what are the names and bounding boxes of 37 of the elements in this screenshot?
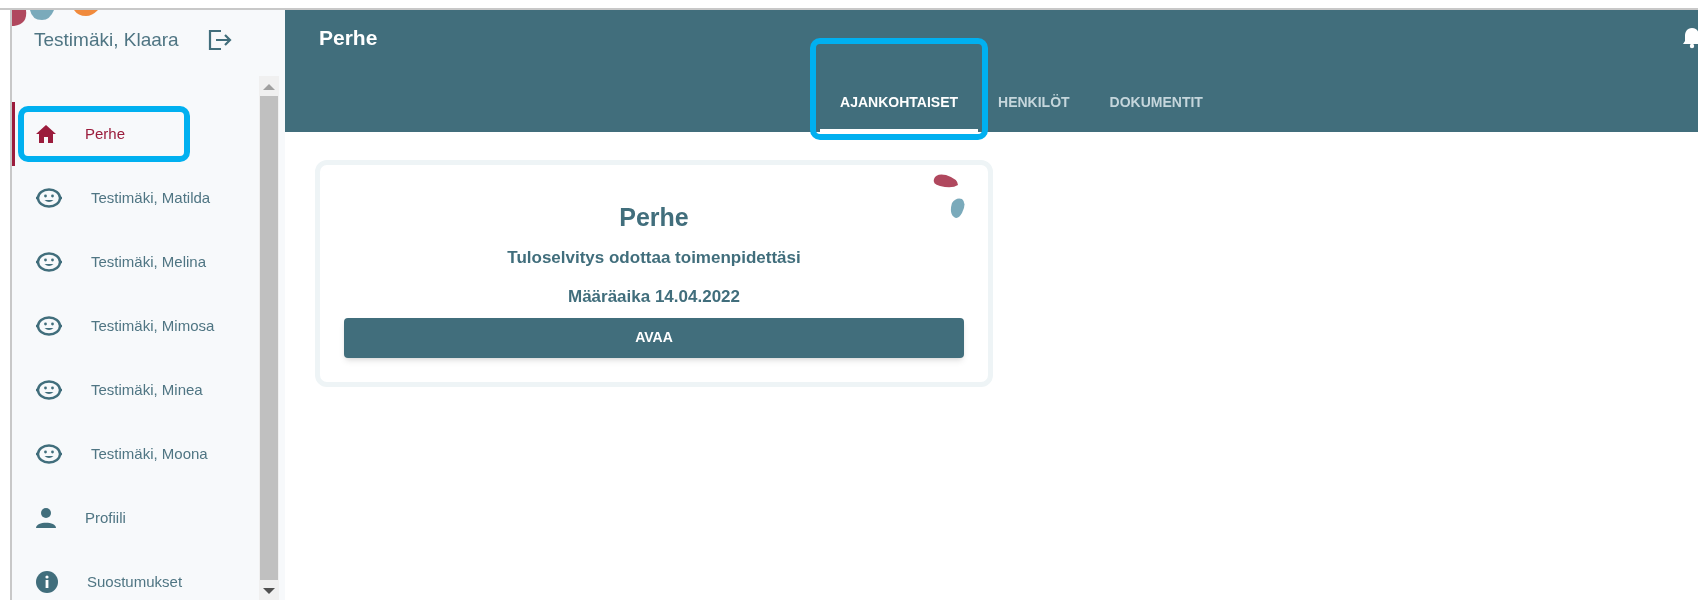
scroll-down-icon[interactable] [263, 588, 275, 594]
deadline-text: Määräaika 14.04.2022 [567, 286, 740, 308]
scrollbar[interactable] [259, 76, 279, 600]
baby-face-icon [35, 315, 63, 337]
nav-label: Profiili [85, 507, 126, 528]
tab[interactable]: HENKILÖT [978, 76, 1090, 132]
nav-item[interactable]: Suostumukset [12, 550, 259, 600]
logout-icon[interactable] [207, 29, 233, 51]
baby-face-icon [35, 251, 63, 273]
open-button[interactable]: AVAA [344, 317, 964, 358]
card-message: Tuloselvitys odottaa toimenpidettäsi [507, 246, 801, 269]
user-name: Testimäki, Klaara [34, 27, 179, 52]
info-icon [35, 570, 59, 594]
nav-label: Suostumukset [87, 571, 183, 592]
nav-item[interactable]: Testimäki, Melina [12, 230, 259, 294]
nav-label: Testimäki, Moona [91, 443, 208, 464]
nav-label: Testimäki, Melina [91, 251, 207, 272]
nav-label: Perhe [85, 123, 126, 144]
nav-label: Testimäki, Minea [91, 379, 203, 400]
nav-label: Testimäki, Mimosa [91, 315, 215, 336]
bell-icon[interactable] [1682, 26, 1698, 49]
baby-face-icon [35, 187, 63, 209]
home-icon [35, 124, 57, 144]
scrollbar-thumb[interactable] [260, 96, 278, 580]
nav-item[interactable]: Profiili [12, 486, 259, 550]
card-title: Perhe [619, 202, 689, 233]
tab[interactable]: AJANKOHTAISET [820, 76, 979, 132]
nav-item[interactable]: Testimäki, Matilda [12, 166, 259, 230]
nav-item[interactable]: Testimäki, Mimosa [12, 294, 259, 358]
tab[interactable]: DOKUMENTIT [1089, 76, 1223, 132]
page-title: Perhe [319, 25, 378, 51]
person-icon [35, 507, 57, 529]
nav-label: Testimäki, Matilda [91, 187, 211, 208]
nav-item[interactable]: Testimäki, Moona [12, 422, 259, 486]
baby-face-icon [35, 379, 63, 401]
baby-face-icon [35, 443, 63, 465]
nav-item[interactable]: Testimäki, Minea [12, 358, 259, 422]
